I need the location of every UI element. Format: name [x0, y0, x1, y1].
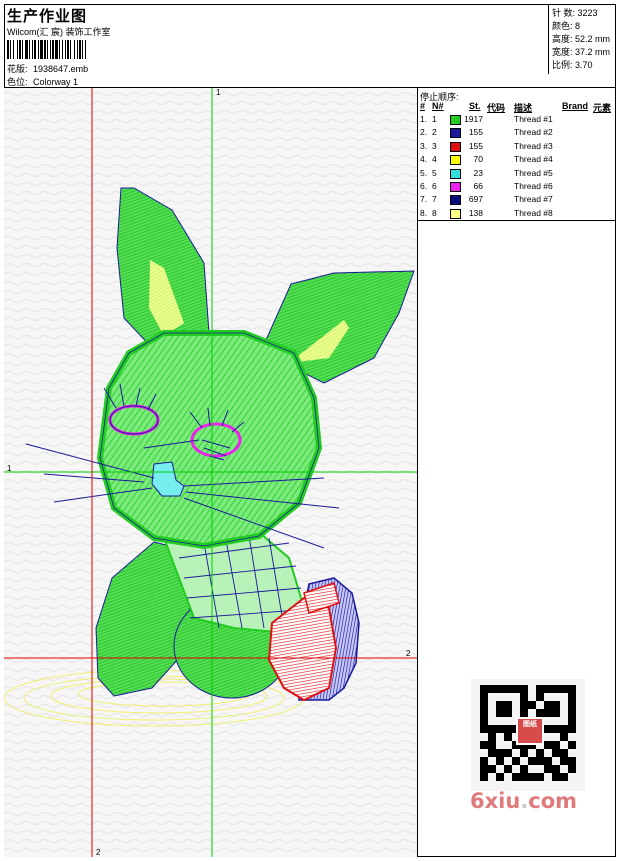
thread-color-swatch	[450, 155, 461, 166]
design-preview-panel: 1 1 2 2	[4, 88, 418, 857]
design-value: 1938647.emb	[33, 64, 89, 74]
right-eye	[190, 422, 242, 458]
colorway-value: Colorway 1	[33, 77, 79, 87]
col-element: 元素	[593, 103, 612, 113]
guide-label-v2: 2	[96, 848, 101, 857]
table-row: 2. 2 155 Thread #2	[418, 127, 616, 140]
row-number: 2	[432, 127, 437, 138]
thread-color-swatch	[450, 141, 461, 152]
row-description: Thread #1	[514, 114, 553, 124]
thread-color-swatch	[450, 115, 461, 125]
table-row: 5. 5 23 Thread #5	[418, 168, 616, 181]
row-stitches: 155	[468, 127, 483, 138]
col-code: 代码	[487, 103, 506, 113]
row-index: 4.	[420, 154, 428, 165]
row-number: 4	[432, 154, 437, 165]
row-description: Thread #2	[514, 127, 553, 138]
stat-stitches: 针 数: 3223	[552, 8, 598, 18]
row-description: Thread #6	[514, 181, 553, 191]
colorway-row: 色位: Colorway 1	[7, 75, 78, 88]
thread-color-swatch	[450, 182, 461, 192]
row-description: Thread #5	[514, 167, 553, 178]
colorway-label: 色位:	[7, 77, 28, 87]
row-index: 2.	[420, 127, 428, 138]
design-label: 花版:	[7, 64, 28, 74]
guide-label-v1: 1	[216, 88, 221, 97]
col-index: #	[420, 101, 426, 111]
row-stitches: 66	[473, 181, 483, 191]
row-description: Thread #4	[514, 154, 553, 165]
row-description: Thread #7	[514, 194, 553, 205]
stat-colors: 颜色: 8	[552, 21, 581, 31]
row-stitches: 23	[473, 167, 483, 178]
row-index: 5.	[420, 167, 428, 178]
row-stitches: 1917	[464, 114, 483, 124]
row-index: 3.	[420, 140, 428, 151]
row-stitches: 70	[473, 154, 483, 165]
table-row: 7. 7 697 Thread #7	[418, 194, 616, 207]
table-row: 3. 3 155 Thread #3	[418, 141, 616, 154]
table-row: 1. 1 1917 Thread #1	[418, 114, 616, 127]
row-stitches: 138	[468, 207, 483, 218]
stat-height: 高度: 52.2 mm	[552, 34, 611, 44]
stats-box: 针 数: 3223 颜色: 8 高度: 52.2 mm 宽度: 37.2 mm …	[548, 4, 616, 74]
guide-label-h2: 2	[406, 649, 411, 658]
row-number: 1	[432, 114, 437, 124]
guide-label-h1: 1	[7, 464, 12, 473]
embroidery-canvas	[4, 88, 417, 857]
row-index: 8.	[420, 207, 428, 218]
row-description: Thread #8	[514, 207, 553, 218]
row-stitches: 697	[468, 194, 483, 205]
thread-color-swatch	[450, 208, 461, 219]
page-title: 生产作业图	[7, 8, 88, 25]
col-description: 描述	[514, 103, 533, 113]
qr-logo: 图纸	[516, 717, 544, 745]
row-index: 7.	[420, 194, 428, 205]
barcode	[7, 40, 145, 59]
row-stitches: 155	[468, 140, 483, 151]
row-number: 8	[432, 207, 437, 218]
row-description: Thread #3	[514, 140, 553, 151]
row-number: 7	[432, 194, 437, 205]
thread-color-swatch	[450, 195, 461, 206]
row-number: 3	[432, 140, 437, 151]
thread-color-swatch	[450, 128, 461, 139]
col-stitches: St.	[469, 101, 481, 111]
header: 生产作业图 Wilcom(汇 宸) 装饰工作室 花版: 1938647.emb …	[4, 4, 616, 88]
table-row: 8. 8 138 Thread #8	[418, 208, 616, 221]
row-number: 6	[432, 181, 437, 191]
watermark: 6xiu.com	[470, 789, 578, 813]
stat-width: 宽度: 37.2 mm	[552, 47, 611, 57]
design-row: 花版: 1938647.emb	[7, 62, 88, 75]
stat-scale: 比例: 3.70	[552, 60, 593, 70]
table-row: 4. 4 70 Thread #4	[418, 154, 616, 167]
row-index: 1.	[420, 114, 428, 124]
thread-color-swatch	[450, 168, 461, 179]
col-brand: Brand	[562, 101, 589, 111]
table-row: 6. 6 66 Thread #6	[418, 181, 616, 194]
row-index: 6.	[420, 181, 428, 191]
table-divider	[418, 220, 616, 221]
qr-code: 图纸	[471, 679, 585, 791]
col-number: N#	[432, 101, 444, 111]
company-name: Wilcom(汇 宸) 装饰工作室	[7, 27, 111, 37]
row-number: 5	[432, 167, 437, 178]
